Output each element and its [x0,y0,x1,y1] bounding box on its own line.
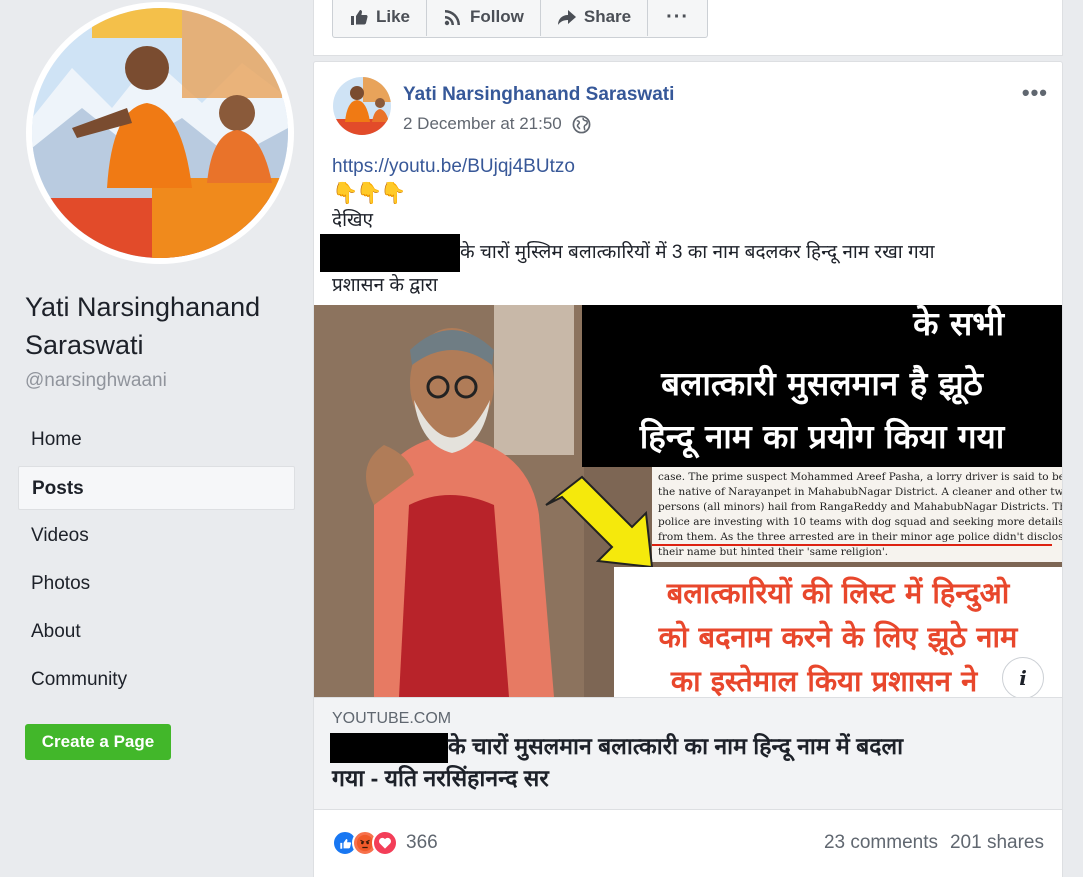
title-redaction-bar [330,732,448,763]
shares-count-link[interactable]: 201 shares [950,832,1044,854]
link-title-line2: गया - यति नरसिंहानन्द सर [332,764,549,791]
follow-label: Follow [470,7,524,26]
sidebar-item-home[interactable]: Home [18,418,295,462]
sidebar-item-community[interactable]: Community [18,658,295,702]
follow-button[interactable]: Follow [427,0,541,36]
post-line-main: के चारों मुस्लिम बलात्कारियों में 3 का न… [460,242,935,264]
globe-icon[interactable] [572,115,591,134]
create-page-button[interactable]: Create a Page [25,724,171,760]
post-card: Yati Narsinghanand Saraswati 2 December … [313,61,1063,877]
share-label: Share [583,7,632,26]
link-domain: YOUTUBE.COM [332,710,452,727]
thumbnail-caption-line3: का इस्तेमाल किया प्रशासन ने [670,664,978,697]
sidebar-item-photos[interactable]: Photos [18,562,295,606]
reaction-summary[interactable]: 366 [332,830,438,856]
thumbnail-caption-line2: को बदनाम करने के लिए झूठे नाम [658,620,1019,656]
link-title: के चारों मुसलमान बलात्कारी का नाम हिन्दू… [330,731,1044,794]
post-line-dekhiye: देखिए [332,210,374,231]
love-reaction-icon [372,830,398,856]
link-title-line1: के चारों मुसलमान बलात्कारी का नाम हिन्दू… [448,733,904,759]
info-icon[interactable]: i [1002,657,1044,697]
link-preview-caption[interactable]: YOUTUBE.COM के चारों मुसलमान बलात्कारी क… [314,697,1062,810]
post-options-icon[interactable]: ••• [1022,80,1048,106]
post-youtube-link[interactable]: https://youtu.be/BUjqj4BUtzo [332,153,1047,180]
post-text: https://youtu.be/BUjqj4BUtzo 👇👇👇 देखिए क… [320,153,1047,299]
thumbnail-caption-line1: बलात्कारियों की लिस्ट में हिन्दुओ [666,576,1011,612]
link-preview-card[interactable]: के सभी बलात्कारी मुसलमान है झूठे हिन्दू … [314,305,1062,810]
pointing-down-emoji: 👇👇👇 [332,182,406,205]
more-options-button[interactable]: ··· [648,0,707,36]
page-action-bar: Like Follow Share ··· [313,0,1063,56]
post-line-main-wrap: के चारों मुस्लिम बलात्कारियों में 3 का न… [320,234,1047,272]
share-button[interactable]: Share [541,0,649,36]
engagement-counts: 23 comments 201 shares [824,832,1044,854]
sidebar-nav: Home Posts Videos Photos About Community [18,418,295,706]
sidebar-item-posts[interactable]: Posts [18,466,295,510]
share-arrow-icon [557,10,576,25]
like-label: Like [376,7,411,26]
post-timestamp[interactable]: 2 December at 21:50 [403,114,562,134]
reaction-icons [332,830,398,856]
like-button[interactable]: Like [333,0,428,36]
thumbnail-redaction [586,305,872,341]
profile-picture[interactable] [26,2,294,264]
post-author-avatar[interactable] [333,77,391,135]
action-button-group: Like Follow Share ··· [332,0,709,38]
post-author-name[interactable]: Yati Narsinghanand Saraswati [403,84,674,106]
thumbnail-title-line1: के सभी [912,305,1005,343]
sidebar-item-videos[interactable]: Videos [18,514,295,558]
reactions-bar: 366 23 comments 201 shares [314,821,1062,865]
more-dots-icon: ··· [666,5,690,28]
page-username[interactable]: @narsinghwaani [25,370,167,392]
reaction-count: 366 [406,832,438,853]
post-line-admin: प्रशासन के द्वारा [332,275,438,296]
comments-count-link[interactable]: 23 comments [824,832,938,854]
thumbs-up-icon [351,10,368,25]
rss-icon [444,10,461,26]
page-name[interactable]: Yati Narsinghanand Saraswati [25,288,305,364]
sidebar-item-about[interactable]: About [18,610,295,654]
thumbnail-title-line3: हिन्दू नाम का प्रयोग किया गया [639,417,1006,459]
post-meta: 2 December at 21:50 [403,114,591,134]
page-scrollbar[interactable] [1070,50,1083,877]
thumbnail-title-line2: बलात्कारी मुसलमान है झूठे [660,364,985,405]
redaction-bar [320,234,460,272]
video-thumbnail[interactable]: के सभी बलात्कारी मुसलमान है झूठे हिन्दू … [314,305,1062,697]
